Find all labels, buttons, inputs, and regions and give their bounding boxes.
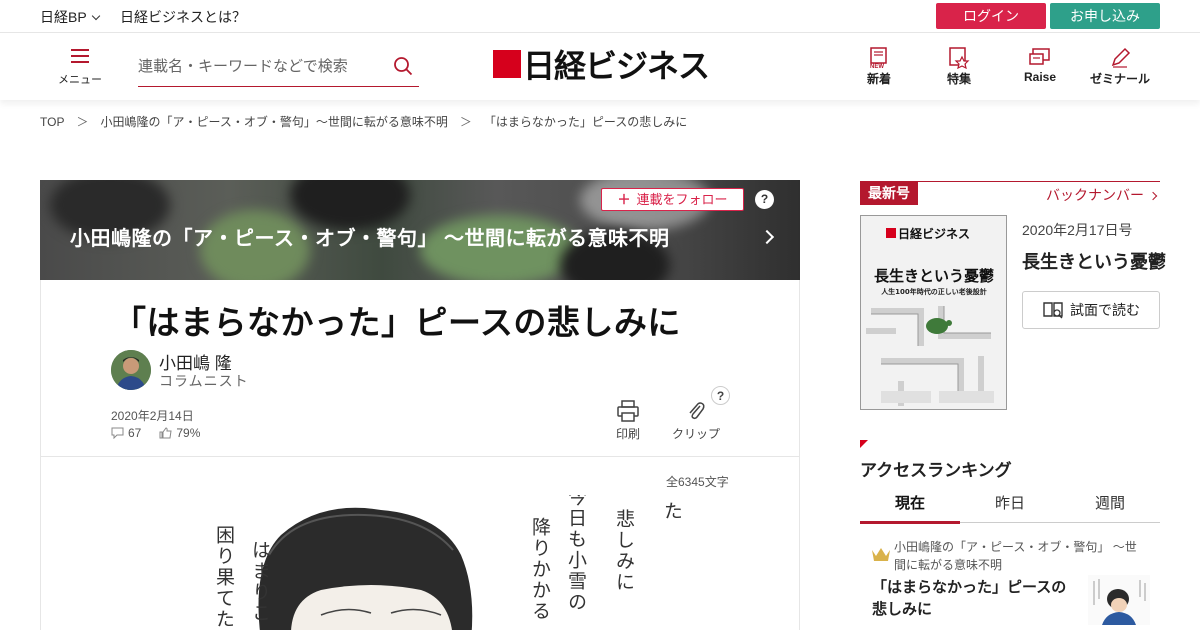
site-logo[interactable]: 日経ビジネス — [493, 45, 710, 85]
back-numbers-label: バックナンバー — [1046, 187, 1144, 203]
character-count: 全6345文字 — [666, 475, 729, 489]
cover-art: 日経ビジネス 長生きという憂鬱 人生100年時代の正しい老後設計 — [861, 216, 1006, 409]
plus-icon: ＋ — [617, 192, 631, 207]
article-card: 「はまらなかった」ピースの悲しみに 小田嶋 隆 コラムニスト 2020年2月14… — [40, 280, 800, 630]
cover-headline: 長生きという憂鬱 — [874, 267, 994, 285]
menu-button[interactable]: メニュー — [58, 47, 102, 87]
ranking-heading: アクセスランキング — [860, 461, 1012, 480]
nav-new-label: 新着 — [866, 72, 891, 86]
chevron-right-icon — [1148, 191, 1158, 201]
logo-text: 日経ビジネス — [523, 47, 710, 85]
ranking-tab-now[interactable]: 現在 — [860, 492, 960, 513]
like-rate: 79% — [176, 426, 201, 440]
ranking-corner-icon — [860, 440, 868, 448]
author-role: コラムニスト — [159, 373, 249, 389]
follow-label: 連載をフォロー — [636, 192, 728, 207]
series-title[interactable]: 小田嶋隆の「ア・ピース・オブ・警句」 ～世間に転がる意味不明 — [70, 222, 670, 251]
illustration-text: はまりこ — [249, 540, 271, 624]
print-label: 印刷 — [615, 427, 640, 441]
book-icon — [1043, 302, 1063, 319]
author-avatar[interactable] — [111, 350, 151, 390]
article-illustration: はまらなかった 悲しみに 今日も小雪の 降りかかる はまりこ 困り果てた — [171, 495, 691, 630]
breadcrumb-top[interactable]: TOP — [40, 115, 64, 129]
logo-mark-icon — [493, 50, 521, 78]
pencil-icon — [1111, 47, 1131, 68]
series-banner[interactable]: 小田嶋隆の「ア・ピース・オブ・警句」 ～世間に転がる意味不明 ＋連載をフォロー … — [40, 180, 800, 280]
nav-raise[interactable]: Raise — [1010, 47, 1070, 84]
search-icon[interactable] — [393, 56, 413, 76]
breadcrumb-separator: ＞ — [459, 115, 472, 129]
issue-title[interactable]: 長生きという憂鬱 — [1022, 248, 1166, 274]
ranking-active-indicator — [860, 521, 960, 524]
breadcrumb-series[interactable]: 小田嶋隆の「ア・ピース・オブ・警句」～世間に転がる意味不明 — [100, 115, 447, 129]
nav-feature-label: 特集 — [946, 72, 971, 86]
hamburger-icon — [71, 49, 89, 51]
nav-seminar[interactable]: ゼミナール — [1090, 47, 1150, 87]
illustration-text: はまらなかった — [661, 501, 691, 627]
illustration-text: 今日も小雪の — [565, 495, 587, 613]
about-link[interactable]: 日経ビジネスとは？ — [120, 7, 246, 27]
author-photo — [111, 350, 151, 390]
ranking-title[interactable]: 「はまらなかった」ピースの悲しみに — [872, 577, 1080, 621]
divider — [41, 456, 799, 457]
thumbs-up-icon — [159, 427, 172, 439]
article-stats: 67 79% — [111, 426, 200, 440]
ranking-tab-yesterday[interactable]: 昨日 — [960, 492, 1060, 513]
illustration-text: 悲しみに — [613, 509, 635, 593]
nav-raise-label: Raise — [1023, 70, 1057, 84]
feature-icon — [949, 47, 970, 69]
publish-date: 2020年2月14日 — [111, 409, 194, 423]
read-trial-label: 試面で読む — [1070, 302, 1140, 318]
svg-text:NEW: NEW — [870, 64, 884, 69]
ranking-thumbnail[interactable] — [1088, 575, 1150, 625]
cover-logo: 日経ビジネス — [898, 226, 970, 241]
illustration-text: 降りかかる — [529, 517, 551, 622]
nav-seminar-label: ゼミナール — [1090, 72, 1151, 86]
follow-help-icon[interactable]: ? — [755, 190, 774, 209]
login-button[interactable]: ログイン — [936, 3, 1046, 29]
nav-feature[interactable]: 特集 — [929, 47, 989, 87]
ranking-series[interactable]: 小田嶋隆の「ア・ピース・オブ・警句」 ～世間に転がる意味不明 — [894, 538, 1144, 574]
print-button[interactable]: 印刷 — [613, 400, 643, 442]
clip-button[interactable]: クリップ — [671, 400, 721, 442]
cover-subhead: 人生100年時代の正しい老後設計 — [881, 287, 987, 296]
hamburger-icon-line — [71, 61, 89, 63]
paperclip-icon — [689, 402, 705, 420]
crown-icon — [872, 548, 890, 561]
search-input[interactable] — [138, 50, 378, 82]
new-icon: NEW — [870, 47, 887, 69]
illustration-text: 困り果てた — [213, 525, 235, 630]
site-header: メニュー 日経ビジネス NEW 新着 特集 Rai — [0, 33, 1200, 100]
printer-icon — [617, 400, 639, 422]
breadcrumb: TOP ＞ 小田嶋隆の「ア・ピース・オブ・警句」～世間に転がる意味不明 ＞ 「はまらなか… — [40, 113, 687, 130]
search-box — [138, 50, 419, 87]
clip-label: クリップ — [671, 427, 720, 441]
hamburger-icon-line — [71, 55, 89, 57]
chevron-down-icon — [91, 11, 100, 21]
top-bar: 日経BP 日経ビジネスとは？ ログイン お申し込み — [0, 0, 1200, 33]
nikkei-bp-label: 日経BP — [40, 9, 87, 25]
ranking-tab-weekly[interactable]: 週間 — [1060, 492, 1160, 513]
nikkei-bp-link[interactable]: 日経BP — [40, 7, 100, 27]
magazine-cover[interactable]: 日経ビジネス 長生きという憂鬱 人生100年時代の正しい老後設計 — [860, 215, 1007, 410]
raise-icon — [1029, 48, 1050, 65]
ranking-thumb-art — [1088, 575, 1150, 625]
comment-count[interactable]: 67 — [128, 426, 141, 440]
read-trial-button[interactable]: 試面で読む — [1022, 291, 1160, 329]
divider — [918, 181, 1160, 182]
comment-icon — [111, 427, 124, 439]
nav-new[interactable]: NEW 新着 — [849, 47, 909, 87]
article-title: 「はまらなかった」ピースの悲しみに — [113, 304, 681, 341]
chevron-right-icon — [759, 229, 775, 245]
clip-help-icon[interactable]: ? — [711, 386, 730, 405]
follow-series-button[interactable]: ＋ 連載をフォロー — [601, 188, 744, 211]
breadcrumb-current: 「はまらなかった」ピースの悲しみに — [483, 115, 688, 129]
breadcrumb-separator: ＞ — [76, 115, 89, 129]
apply-button[interactable]: お申し込み — [1050, 3, 1160, 29]
menu-label: メニュー — [58, 74, 102, 86]
back-numbers-link[interactable]: バックナンバー — [1046, 185, 1158, 205]
latest-issue-tag: 最新号 — [860, 181, 918, 205]
issue-date: 2020年2月17日号 — [1022, 222, 1133, 238]
